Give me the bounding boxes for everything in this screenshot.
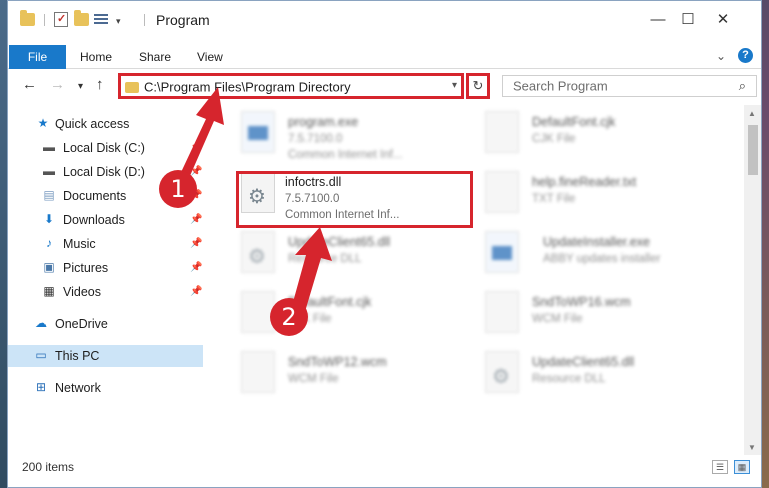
window-title: Program — [156, 12, 210, 28]
sidebar-item-downloads[interactable]: ⬇ Downloads 📌 — [8, 209, 203, 231]
file-type: Resource DLL — [532, 373, 606, 385]
highlight-box — [236, 171, 473, 228]
tab-view[interactable]: View — [197, 45, 223, 69]
help-icon[interactable]: ? — [738, 48, 753, 63]
item-count: 200 items — [22, 460, 75, 474]
pin-icon[interactable]: 📌 — [190, 262, 202, 273]
file-name: UpdateClient65.dll — [532, 355, 635, 369]
toolbar-divider — [44, 14, 45, 26]
search-box[interactable]: Search Program ⌕ — [502, 75, 757, 97]
star-icon: ★ — [37, 116, 49, 130]
sidebar-item-network[interactable]: ⊞ Network — [8, 377, 203, 399]
back-button[interactable]: ← — [22, 76, 37, 93]
search-input[interactable]: Search Program — [513, 79, 608, 94]
file-type: Common Internet Inf... — [288, 149, 403, 161]
explorer-window: ✓ ▾ Program — ☐ ✕ File Home Share View ⌄… — [7, 0, 762, 488]
sidebar-item-label: Pictures — [63, 261, 109, 275]
sidebar-item-label: Music — [63, 237, 96, 251]
sidebar-item-label: Downloads — [63, 213, 125, 227]
file-icon — [485, 291, 519, 333]
refresh-button[interactable]: ↻ — [466, 73, 490, 99]
tab-home[interactable]: Home — [80, 45, 112, 69]
minimize-button[interactable]: — — [643, 11, 673, 29]
scroll-down-icon[interactable]: ▼ — [748, 443, 756, 452]
file-version: 7.5.7100.0 — [288, 133, 343, 145]
sidebar-item-onedrive[interactable]: ☁ OneDrive — [8, 313, 203, 335]
sidebar-item-label: Network — [55, 381, 101, 395]
tab-share[interactable]: Share — [139, 45, 171, 69]
properties-check-icon[interactable]: ✓ — [54, 12, 68, 27]
sidebar-item-label: This PC — [55, 349, 100, 363]
drive-icon: ▬ — [43, 164, 55, 178]
search-icon[interactable]: ⌕ — [739, 78, 746, 94]
cloud-icon: ☁ — [35, 316, 47, 330]
close-button[interactable]: ✕ — [708, 11, 738, 29]
sidebar-item-music[interactable]: ♪ Music 📌 — [8, 233, 203, 255]
pictures-icon: ▣ — [43, 260, 55, 274]
title-bar: ✓ ▾ Program — ☐ ✕ — [8, 1, 761, 39]
sidebar-item-this-pc[interactable]: ▭ This PC — [8, 345, 203, 367]
vertical-scrollbar[interactable]: ▲ ▼ — [744, 105, 761, 455]
details-view-icon[interactable]: ☰ — [712, 460, 728, 474]
pin-icon[interactable]: 📌 — [190, 286, 202, 297]
network-icon: ⊞ — [35, 380, 47, 394]
sidebar-item-label: Videos — [63, 285, 101, 299]
file-name: SndToWP12.wcm — [288, 355, 387, 369]
up-button[interactable]: ↑ — [96, 76, 104, 93]
sidebar-item-pictures[interactable]: ▣ Pictures 📌 — [8, 257, 203, 279]
exe-file-icon — [485, 231, 519, 273]
drive-icon: ▬ — [43, 140, 55, 154]
file-type: CJK File — [532, 133, 576, 145]
sidebar-item-label: Quick access — [55, 117, 130, 131]
file-type: TXT File — [532, 193, 576, 205]
toolbar-divider — [144, 14, 145, 26]
file-name: SndToWP16.wcm — [532, 295, 631, 309]
download-icon: ⬇ — [43, 212, 55, 226]
file-name: UpdateInstaller.exe — [543, 235, 651, 249]
sidebar-item-label: OneDrive — [55, 317, 108, 331]
sidebar-item-label: Local Disk (D:) — [63, 165, 145, 179]
callout-badge-2: 2 — [270, 298, 308, 336]
file-icon — [241, 351, 275, 393]
scrollbar-thumb[interactable] — [748, 125, 758, 175]
folder-icon[interactable] — [20, 10, 35, 26]
customize-toolbar-chevron-icon[interactable]: ▾ — [116, 16, 121, 27]
folder-icon — [125, 82, 139, 93]
file-name: DefaultFont.cjk — [532, 115, 616, 129]
callout-badge-1: 1 — [159, 170, 197, 208]
scroll-up-icon[interactable]: ▲ — [748, 109, 756, 118]
ribbon-tabs: File Home Share View ⌄ — [8, 45, 761, 69]
video-icon: ▦ — [43, 284, 55, 298]
documents-icon: ▤ — [43, 188, 55, 202]
sidebar-item-label: Documents — [63, 189, 127, 203]
address-history-chevron-icon[interactable]: ▾ — [452, 80, 457, 91]
forward-button[interactable]: → — [50, 76, 65, 93]
ribbon-expand-chevron-icon[interactable]: ⌄ — [716, 49, 726, 63]
file-icon — [485, 111, 519, 153]
tab-file[interactable]: File — [9, 45, 66, 69]
large-icons-view-icon[interactable]: ▦ — [734, 460, 750, 474]
computer-icon: ▭ — [35, 348, 47, 362]
pin-icon[interactable]: 📌 — [190, 238, 202, 249]
file-type: WCM File — [288, 373, 339, 385]
maximize-button[interactable]: ☐ — [673, 11, 703, 29]
file-name: program.exe — [288, 115, 359, 129]
file-name: help.fineReader.txt — [532, 175, 637, 189]
dll-file-icon — [241, 231, 275, 273]
status-bar: 200 items ☰ ▦ — [8, 457, 761, 477]
recent-locations-chevron-icon[interactable]: ▾ — [78, 81, 83, 92]
file-type: WCM File — [532, 313, 583, 325]
file-type: ABBY updates installer — [543, 253, 661, 265]
file-icon — [485, 171, 519, 213]
properties-icon[interactable] — [94, 14, 112, 27]
pin-icon[interactable]: 📌 — [190, 214, 202, 225]
dll-file-icon — [485, 351, 519, 393]
music-icon: ♪ — [46, 236, 52, 250]
sidebar-item-videos[interactable]: ▦ Videos 📌 — [8, 281, 203, 303]
sidebar-item-label: Local Disk (C:) — [63, 141, 145, 155]
new-folder-icon[interactable] — [74, 10, 89, 26]
